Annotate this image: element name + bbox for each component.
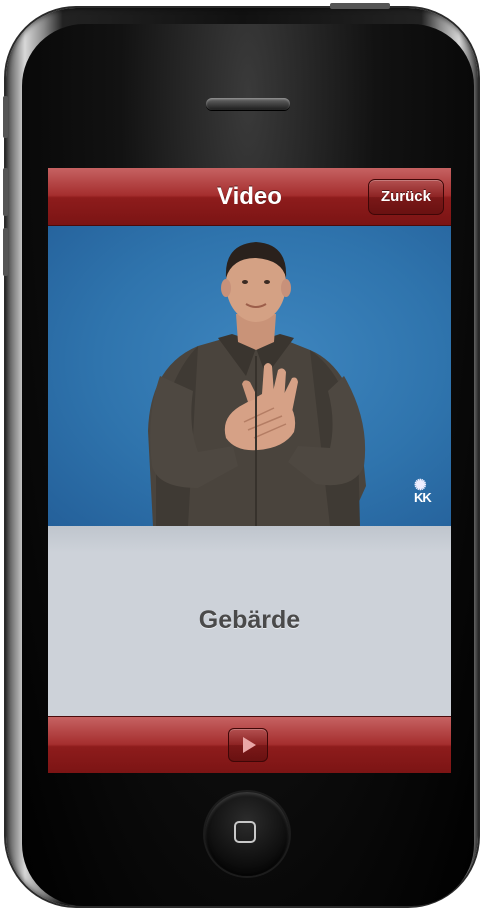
bottom-toolbar — [48, 716, 451, 773]
channel-logo: ✺ KK — [414, 477, 432, 505]
video-player[interactable]: ✺ KK — [48, 226, 451, 526]
app-screen: Video Zurück ✺ KK Gebärde — [48, 168, 451, 773]
home-button[interactable] — [205, 792, 289, 876]
play-icon — [243, 737, 256, 753]
signer-video-frame — [148, 242, 366, 526]
navigation-bar: Video Zurück — [48, 168, 451, 226]
earpiece-speaker — [206, 98, 290, 110]
power-button — [330, 3, 390, 9]
play-button[interactable] — [228, 728, 268, 762]
back-button[interactable]: Zurück — [368, 179, 444, 215]
logo-spark-icon: ✺ — [414, 477, 427, 494]
volume-up-button — [3, 168, 8, 216]
sign-word-label: Gebärde — [198, 606, 301, 634]
mute-switch — [3, 96, 8, 138]
home-square-icon — [234, 821, 256, 843]
volume-down-button — [3, 228, 8, 276]
